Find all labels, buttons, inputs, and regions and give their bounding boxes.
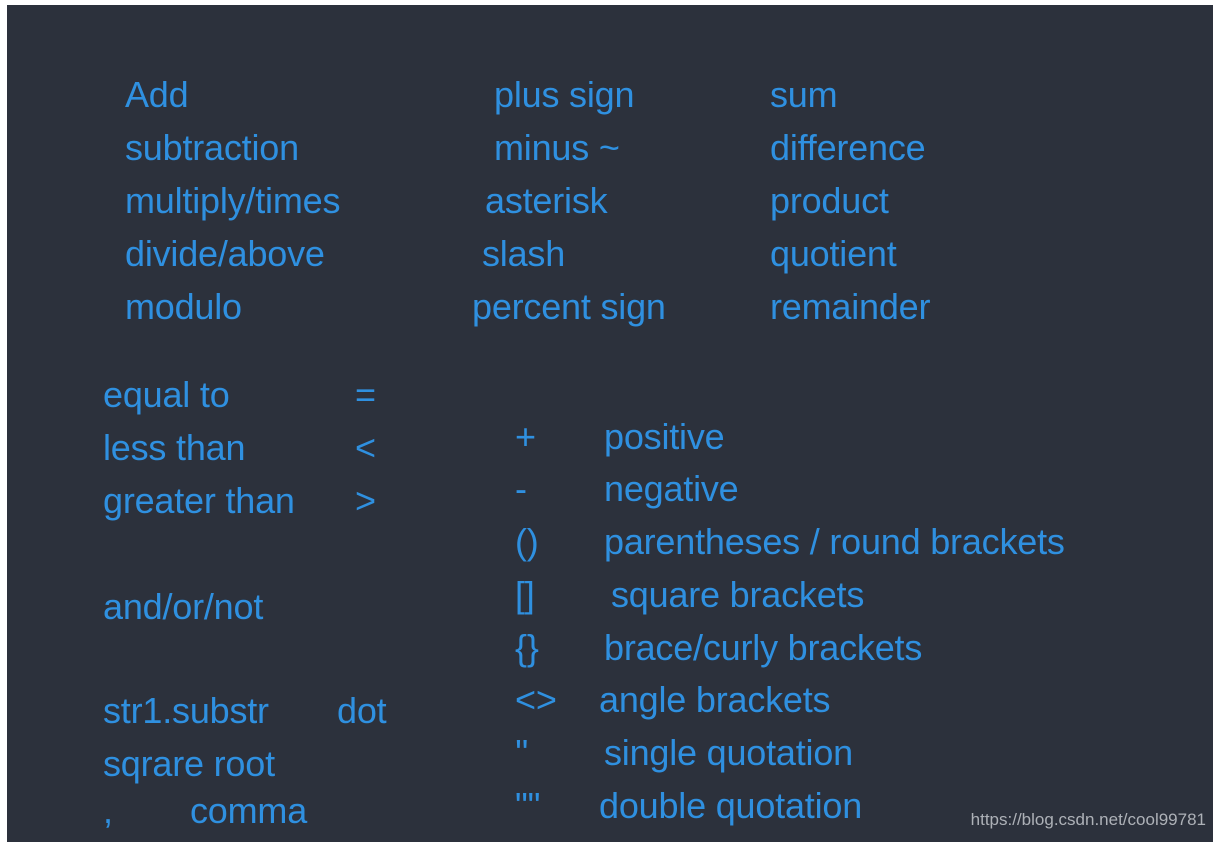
symbol-name: square brackets <box>611 574 865 615</box>
arithmetic-symbol-name: plus sign <box>494 74 635 115</box>
arithmetic-result-name: quotient <box>770 233 897 274</box>
symbol-name: positive <box>604 416 725 457</box>
logical-operators-label: and/or/not <box>103 586 264 627</box>
arithmetic-operation: Add <box>125 74 189 115</box>
symbol-name: double quotation <box>599 785 863 826</box>
symbol-glyph: + <box>515 416 536 457</box>
misc-label: sqrare root <box>103 743 275 784</box>
comparison-symbol: < <box>355 427 376 468</box>
symbol-name: parentheses / round brackets <box>604 521 1065 562</box>
misc-label: str1.substr <box>103 690 269 731</box>
arithmetic-result-name: product <box>770 180 889 221</box>
symbol-glyph: '' <box>515 732 529 773</box>
arithmetic-symbol-name: minus ~ <box>494 127 620 168</box>
symbol-name: single quotation <box>604 732 853 773</box>
misc-symbol: comma <box>190 790 308 831</box>
symbol-name: negative <box>604 468 739 509</box>
misc-label: , <box>103 790 113 831</box>
slide-canvas: Add plus sign sum subtraction minus ~ di… <box>7 5 1213 842</box>
comparison-label: less than <box>103 427 246 468</box>
symbol-name: angle brackets <box>599 679 831 720</box>
symbol-glyph: "" <box>515 785 541 826</box>
comparison-label: equal to <box>103 374 230 415</box>
comparison-symbol: = <box>355 374 376 415</box>
misc-symbol: dot <box>337 690 387 731</box>
arithmetic-operation: multiply/times <box>125 180 341 221</box>
comparison-label: greater than <box>103 480 295 521</box>
arithmetic-result-name: sum <box>770 74 838 115</box>
arithmetic-symbol-name: asterisk <box>485 180 608 221</box>
arithmetic-symbol-name: slash <box>482 233 566 274</box>
arithmetic-result-name: difference <box>770 127 926 168</box>
symbol-glyph: {} <box>515 627 539 668</box>
arithmetic-symbol-name: percent sign <box>472 286 666 327</box>
arithmetic-result-name: remainder <box>770 286 931 327</box>
arithmetic-operation: subtraction <box>125 127 299 168</box>
comparison-symbol: > <box>355 480 376 521</box>
symbol-glyph: [] <box>515 574 535 615</box>
symbol-glyph: <> <box>515 679 557 720</box>
arithmetic-operation: divide/above <box>125 233 325 274</box>
symbol-glyph: - <box>515 468 527 509</box>
arithmetic-operation: modulo <box>125 286 242 327</box>
symbol-glyph: () <box>515 521 539 562</box>
source-watermark: https://blog.csdn.net/cool99781 <box>970 810 1206 829</box>
symbol-name: brace/curly brackets <box>604 627 923 668</box>
